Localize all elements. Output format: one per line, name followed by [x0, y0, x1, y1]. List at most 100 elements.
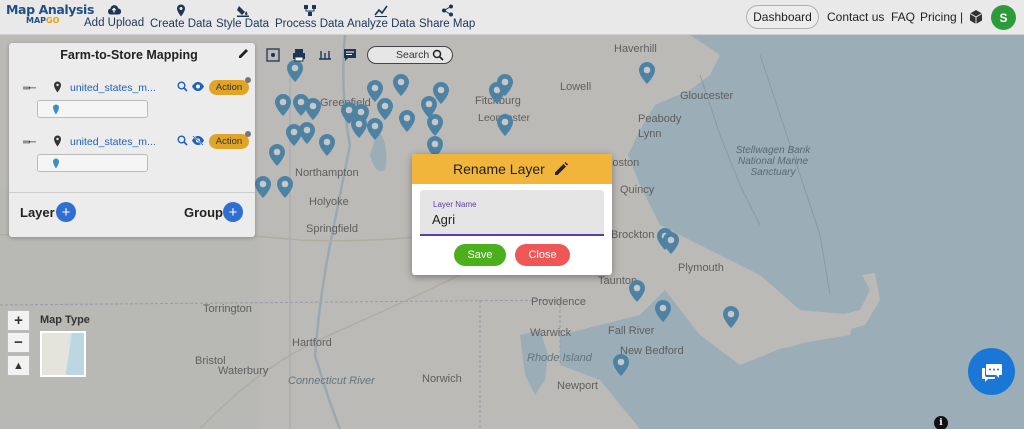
map-marker-icon[interactable] — [254, 175, 272, 199]
city-label: Providence — [531, 296, 587, 308]
measure-icon[interactable] — [318, 48, 332, 62]
layer-style-field[interactable] — [37, 100, 148, 118]
nav-process-data[interactable]: Process Data — [275, 4, 344, 30]
search-placeholder: Search — [396, 49, 430, 61]
map-marker-icon[interactable] — [274, 93, 292, 117]
app-logo[interactable]: Map Analysis MAPGO — [6, 2, 94, 25]
cloud-upload-icon — [108, 5, 122, 15]
map-marker-icon[interactable] — [628, 279, 646, 303]
map-marker-icon[interactable] — [496, 73, 514, 97]
pencil-icon[interactable] — [237, 47, 250, 60]
drag-handle-icon[interactable]: ═ ─ — [23, 137, 36, 148]
map-search-input[interactable]: Search — [367, 46, 453, 64]
city-label: Hartford — [292, 337, 332, 349]
zoom-in-button[interactable]: + — [7, 310, 30, 331]
search-icon — [432, 49, 444, 61]
group-label: Group — [184, 205, 223, 220]
layer-style-field[interactable] — [37, 154, 148, 172]
map-marker-icon[interactable] — [722, 305, 740, 329]
cube-icon[interactable] — [968, 9, 984, 25]
map-type-thumbnail[interactable] — [40, 331, 86, 377]
nav-add-upload[interactable]: Add Upload — [84, 4, 144, 29]
nav-share-map-label: Share Map — [419, 18, 476, 30]
city-label: Waterbury — [218, 365, 269, 377]
print-icon[interactable] — [292, 48, 306, 62]
city-label: Springfield — [306, 223, 358, 235]
city-label: Warwick — [530, 327, 572, 339]
map-marker-icon[interactable] — [286, 59, 304, 83]
zoom-to-layer-icon[interactable] — [177, 81, 188, 92]
contact-us-link[interactable]: Contact us — [827, 10, 884, 24]
city-label: Holyoke — [309, 196, 349, 208]
zoom-out-button[interactable]: − — [7, 332, 30, 353]
dashboard-button[interactable]: Dashboard — [746, 5, 819, 29]
layer-row: ═ ─ united_states_m... Action — [23, 131, 255, 151]
layer-name[interactable]: united_states_m... — [70, 136, 156, 148]
layer-name-input[interactable]: Agri — [432, 212, 455, 227]
map-type-label: Map Type — [40, 314, 90, 326]
map-marker-icon[interactable] — [398, 109, 416, 133]
map-pin-icon — [54, 81, 61, 93]
city-label: Newport — [557, 380, 598, 392]
pricing-link[interactable]: Pricing | — [920, 10, 963, 24]
save-button[interactable]: Save — [454, 244, 506, 266]
map-marker-icon[interactable] — [318, 133, 336, 157]
top-navbar: Map Analysis MAPGO Add Upload Create Dat… — [0, 0, 1024, 35]
river-label: Connecticut River — [288, 375, 375, 387]
comment-icon[interactable] — [343, 48, 357, 62]
fullscreen-icon[interactable] — [266, 48, 280, 62]
nav-analyze-data[interactable]: Analyze Data — [347, 4, 415, 30]
nav-add-upload-label: Add Upload — [84, 17, 145, 29]
layer-name[interactable]: united_states_m... — [70, 82, 156, 94]
layer-panel: Farm-to-Store Mapping ═ ─ united_states_… — [9, 43, 255, 237]
share-icon — [441, 4, 453, 17]
layer-name-field[interactable]: Layer Name Agri — [420, 190, 604, 236]
city-label: Peabody — [638, 113, 682, 125]
nav-analyze-data-label: Analyze Data — [347, 18, 416, 30]
nav-share-map[interactable]: Share Map — [419, 4, 475, 30]
map-marker-icon[interactable] — [496, 113, 514, 137]
map-marker-icon[interactable] — [366, 117, 384, 141]
map-marker-icon[interactable] — [638, 61, 656, 85]
map-pin-icon — [177, 4, 185, 17]
layer-label: Layer — [20, 205, 55, 220]
map-marker-icon[interactable] — [392, 73, 410, 97]
city-label: Norwich — [422, 373, 462, 385]
city-label: Plymouth — [678, 262, 724, 274]
action-dot — [245, 77, 251, 83]
city-label: Northampton — [295, 167, 359, 179]
add-layer-button[interactable]: + — [56, 202, 76, 222]
map-marker-icon[interactable] — [426, 113, 444, 137]
map-marker-icon[interactable] — [432, 81, 450, 105]
info-icon[interactable]: i — [934, 416, 948, 429]
map-marker-icon[interactable] — [612, 353, 630, 377]
map-marker-icon[interactable] — [268, 143, 286, 167]
zoom-to-layer-icon[interactable] — [177, 135, 188, 146]
user-avatar[interactable]: S — [991, 5, 1016, 30]
close-button[interactable]: Close — [515, 244, 570, 266]
map-marker-icon[interactable] — [276, 175, 294, 199]
map-marker-icon[interactable] — [662, 231, 680, 255]
drag-handle-icon[interactable]: ═ ─ — [23, 83, 36, 94]
map-marker-icon[interactable] — [298, 121, 316, 145]
nav-create-data-label: Create Data — [150, 18, 213, 30]
nav-create-data[interactable]: Create Data — [150, 4, 212, 30]
map-marker-icon[interactable] — [304, 97, 322, 121]
faq-link[interactable]: FAQ — [891, 10, 915, 24]
layer-action-button[interactable]: Action — [209, 134, 249, 149]
eye-icon[interactable] — [191, 81, 205, 92]
city-label: Fall River — [608, 325, 655, 337]
map-pin-icon — [53, 104, 59, 115]
add-group-button[interactable]: + — [223, 202, 243, 222]
compass-button[interactable]: ▲ — [7, 355, 30, 376]
map-pin-icon — [54, 135, 61, 147]
nav-style-data-label: Style Data — [216, 18, 270, 30]
sanctuary-label: Stellwagen Bank National Marine Sanctuar… — [735, 145, 811, 178]
analyze-chart-icon — [374, 5, 388, 17]
chat-button[interactable] — [968, 348, 1015, 395]
layer-action-button[interactable]: Action — [209, 80, 249, 95]
eye-off-icon[interactable] — [191, 135, 205, 146]
nav-style-data[interactable]: Style Data — [216, 4, 269, 30]
map-thumbnail-image — [42, 333, 84, 375]
map-marker-icon[interactable] — [654, 299, 672, 323]
